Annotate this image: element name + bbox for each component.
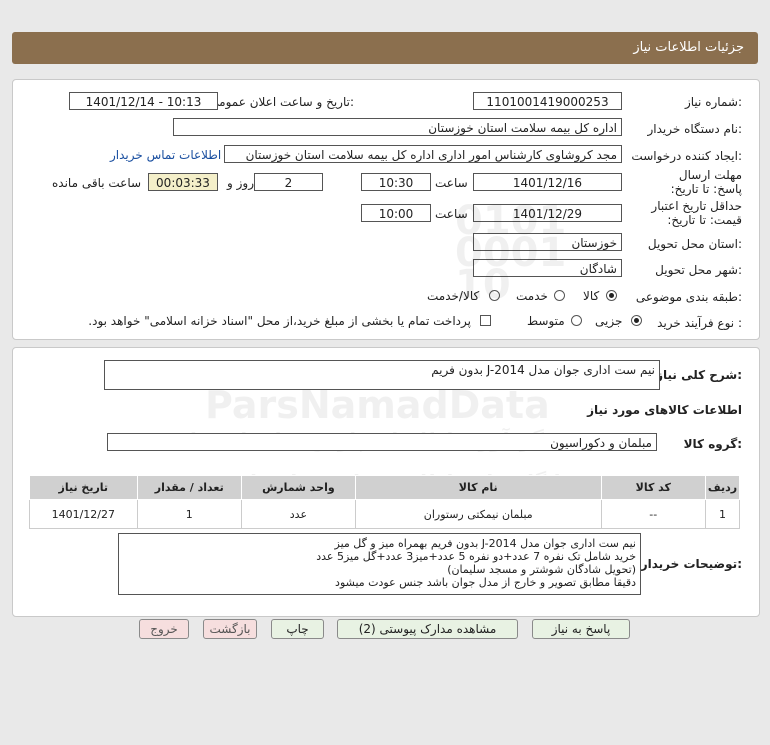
deadline-time-label: ساعت	[435, 176, 468, 190]
buyer-org-field: اداره کل بیمه سلامت استان خوزستان	[173, 118, 622, 136]
table-row[interactable]: 1401/12/27 1 عدد مبلمان نیمکتی رستوران -…	[29, 499, 741, 529]
process-radio-medium[interactable]	[571, 315, 582, 326]
col-unit: واحد شمارش	[240, 475, 356, 500]
summary-label: شرح کلی نیاز:	[656, 368, 742, 382]
buyer-notes-field: نیم ست اداری جوان مدل J-2014 بدون فریم ب…	[118, 533, 641, 595]
contact-info-link[interactable]: اطلاعات تماس خریدار	[110, 148, 221, 162]
days-label: روز و	[227, 176, 254, 190]
cell-name: مبلمان نیمکتی رستوران	[354, 499, 602, 529]
city-label: شهر محل تحویل:	[655, 263, 742, 277]
process-radio-minor[interactable]	[631, 315, 642, 326]
announce-label: تاریخ و ساعت اعلان عمومی:	[209, 95, 354, 109]
requester-field: مجد کروشاوی کارشناس امور اداری اداره کل …	[224, 145, 622, 163]
attachments-button[interactable]: مشاهده مدارک پیوستی (2)	[337, 619, 518, 639]
summary-text: نیم ست اداری جوان مدل J-2014 بدون فریم	[431, 363, 655, 377]
remaining-time-field: 00:03:33	[148, 173, 218, 191]
category-radio-goods[interactable]	[606, 290, 617, 301]
need-number-label: شماره نیاز:	[684, 95, 742, 109]
cell-qty: 1	[136, 499, 242, 529]
cell-row: 1	[704, 499, 741, 529]
cell-need-date: 1401/12/27	[29, 499, 138, 529]
deadline-date-field: 1401/12/16	[473, 173, 622, 191]
need-number-field: 1101001419000253	[473, 92, 622, 110]
col-need-date: تاریخ نیاز	[29, 475, 138, 500]
goods-group-label: گروه کالا:	[683, 437, 742, 451]
goods-section-title: اطلاعات کالاهای مورد نیاز	[587, 403, 742, 417]
payment-note: پرداخت تمام یا بخشی از مبلغ خرید،از محل …	[88, 314, 471, 328]
col-row: ردیف	[704, 475, 741, 500]
requester-label: ایجاد کننده درخواست:	[631, 149, 742, 163]
summary-field: نیم ست اداری جوان مدل J-2014 بدون فریم	[104, 360, 660, 390]
deadline-label: مهلت ارسال پاسخ: تا تاریخ:	[670, 168, 742, 196]
cell-unit: عدد	[240, 499, 356, 529]
deadline-time-field: 10:30	[361, 173, 431, 191]
watermark-digits: 0101 0001 10	[455, 198, 567, 308]
process-label: نوع فرآیند خرید :	[657, 316, 742, 330]
validity-label: حداقل تاریخ اعتبار قیمت: تا تاریخ:	[651, 199, 742, 227]
payment-checkbox[interactable]	[480, 315, 491, 326]
col-qty: تعداد / مقدار	[136, 475, 242, 500]
page-header: جزئیات اطلاعات نیاز	[12, 32, 758, 64]
print-button[interactable]: چاپ	[271, 619, 324, 639]
table-header-row: تاریخ نیاز تعداد / مقدار واحد شمارش نام …	[29, 475, 741, 500]
category-label: طبقه بندی موضوعی:	[635, 290, 742, 304]
days-field: 2	[254, 173, 323, 191]
province-label: استان محل تحویل:	[647, 237, 742, 251]
goods-table: تاریخ نیاز تعداد / مقدار واحد شمارش نام …	[29, 475, 741, 529]
process-option-minor: جزیی	[595, 314, 623, 328]
back-button[interactable]: بازگشت	[203, 619, 257, 639]
exit-button[interactable]: خروج	[139, 619, 189, 639]
announce-field: 1401/12/14 - 10:13	[69, 92, 218, 110]
col-name: نام کالا	[354, 475, 602, 500]
col-code: کد کالا	[600, 475, 706, 500]
buyer-org-label: نام دستگاه خریدار:	[647, 122, 743, 136]
category-option-goods: کالا	[583, 289, 600, 303]
cell-code: --	[600, 499, 706, 529]
goods-group-field: مبلمان و دکوراسیون	[107, 433, 657, 451]
process-option-medium: متوسط	[527, 314, 565, 328]
reply-button[interactable]: پاسخ به نیاز	[532, 619, 630, 639]
remaining-label: ساعت باقی مانده	[52, 176, 142, 190]
validity-time-field: 10:00	[361, 204, 431, 222]
page-title: جزئیات اطلاعات نیاز	[633, 40, 744, 55]
buyer-notes-label: توضیحات خریدار:	[640, 557, 742, 571]
